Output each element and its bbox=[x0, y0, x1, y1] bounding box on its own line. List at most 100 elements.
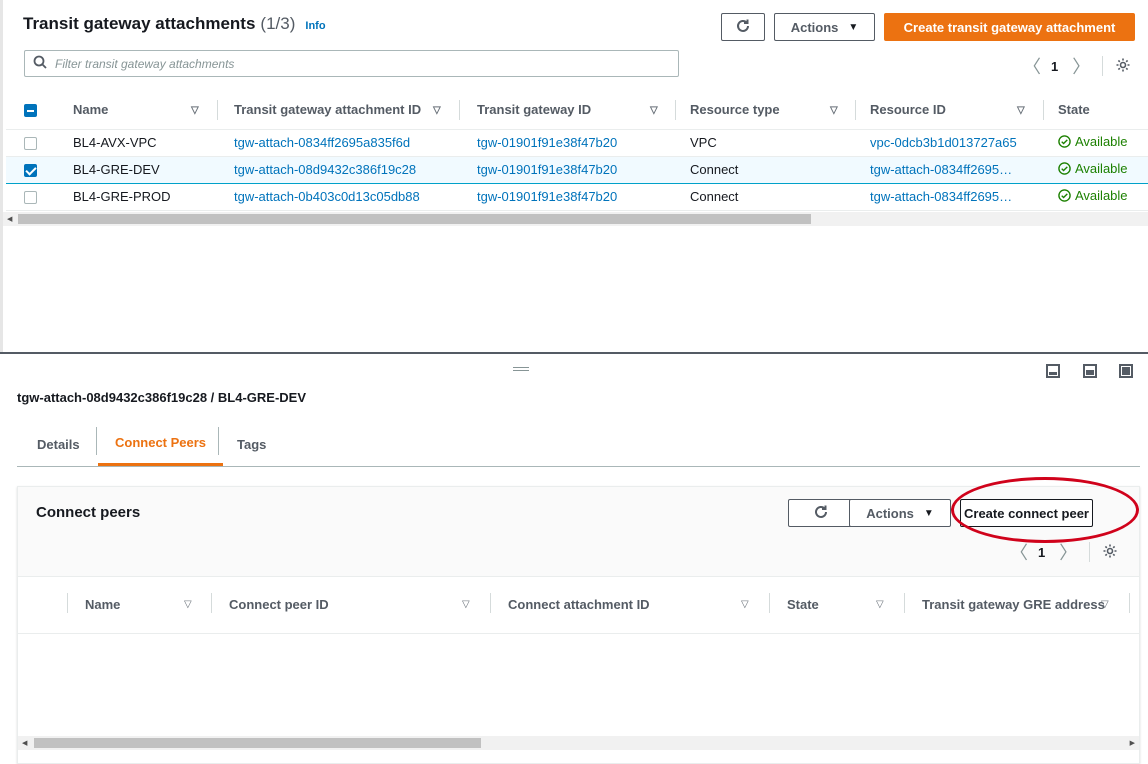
next-page-icon[interactable]: 〉 bbox=[1059, 539, 1077, 565]
peers-actions-button[interactable]: Actions ▼ bbox=[849, 499, 951, 527]
sort-icon[interactable]: ▽ bbox=[876, 599, 884, 610]
col-header-attachment-id[interactable]: Transit gateway attachment ID ▽ bbox=[217, 91, 460, 130]
check-circle-icon bbox=[1058, 189, 1071, 202]
split-half-icon[interactable] bbox=[1083, 364, 1097, 378]
refresh-button[interactable] bbox=[721, 13, 765, 41]
cell-name: BL4-GRE-PROD bbox=[54, 183, 217, 211]
caret-down-icon: ▼ bbox=[923, 507, 934, 519]
cell-resource-type: VPC bbox=[675, 129, 855, 157]
sort-icon[interactable]: ▽ bbox=[191, 105, 199, 116]
peers-refresh-button[interactable] bbox=[788, 499, 854, 527]
cell-name: BL4-AVX-VPC bbox=[54, 129, 217, 157]
col-header-connect-attachment-id[interactable]: Connect attachment ID bbox=[508, 597, 650, 612]
split-full-icon[interactable] bbox=[1119, 364, 1133, 378]
col-header-name[interactable]: Name ▽ bbox=[54, 91, 218, 130]
col-header-state[interactable]: State bbox=[787, 597, 819, 612]
split-bottom-icon[interactable] bbox=[1046, 364, 1060, 378]
drag-handle-icon[interactable] bbox=[513, 367, 529, 371]
sort-icon[interactable]: ▽ bbox=[830, 105, 838, 116]
tab-divider bbox=[96, 427, 97, 455]
status-badge: Available bbox=[1058, 188, 1128, 203]
scroll-right-icon[interactable]: ▶ bbox=[1130, 739, 1135, 747]
attachment-id-link[interactable]: tgw-attach-08d9432c386f19c28 bbox=[234, 162, 416, 177]
cell-name: BL4-GRE-DEV bbox=[54, 155, 217, 184]
col-header-state[interactable]: State bbox=[1043, 91, 1148, 130]
highlight-circle bbox=[951, 477, 1139, 543]
cell-resource-type: Connect bbox=[675, 155, 855, 184]
tgw-id-link[interactable]: tgw-01901f91e38f47b20 bbox=[477, 135, 617, 150]
gear-icon[interactable] bbox=[1115, 57, 1131, 76]
sort-icon[interactable]: ▽ bbox=[462, 599, 470, 610]
tgw-id-link[interactable]: tgw-01901f91e38f47b20 bbox=[477, 189, 617, 204]
sort-icon[interactable]: ▽ bbox=[433, 105, 441, 116]
row-select-cell bbox=[6, 155, 54, 184]
connect-peers-table: Name ▽ Connect peer ID ▽ Connect attachm… bbox=[18, 577, 1139, 634]
tab-connect-peers[interactable]: Connect Peers bbox=[98, 422, 224, 466]
scrollbar-thumb[interactable] bbox=[18, 214, 811, 224]
tab-tags[interactable]: Tags bbox=[237, 422, 266, 466]
scroll-left-icon[interactable]: ◀ bbox=[7, 215, 12, 223]
row-checkbox[interactable] bbox=[24, 191, 37, 205]
row-name: BL4-GRE-DEV bbox=[73, 162, 160, 177]
tab-details[interactable]: Details bbox=[37, 422, 80, 466]
filter-input[interactable] bbox=[55, 56, 655, 71]
resource-id-link[interactable]: tgw-attach-0834ff2695… bbox=[870, 162, 1012, 177]
gear-icon[interactable] bbox=[1102, 543, 1118, 562]
prev-page-icon[interactable]: 〈 bbox=[1023, 53, 1041, 79]
table-row[interactable]: BL4-AVX-VPC tgw-attach-0834ff2695a835f6d… bbox=[6, 129, 1148, 157]
col-header-tgw-id[interactable]: Transit gateway ID ▽ bbox=[459, 91, 676, 130]
top-horizontal-scrollbar[interactable]: ◀ bbox=[3, 212, 1148, 226]
bottom-horizontal-scrollbar[interactable]: ◀ ▶ bbox=[18, 736, 1139, 750]
attachment-id-link[interactable]: tgw-attach-0834ff2695a835f6d bbox=[234, 135, 410, 150]
detail-title: tgw-attach-08d9432c386f19c28 / BL4-GRE-D… bbox=[17, 390, 307, 405]
pager-divider bbox=[1102, 56, 1104, 76]
tab-divider bbox=[218, 427, 219, 455]
split-divider[interactable] bbox=[0, 352, 1148, 354]
tgw-id-link[interactable]: tgw-01901f91e38f47b20 bbox=[477, 162, 617, 177]
resource-id-link[interactable]: vpc-0dcb3b1d013727a65 bbox=[870, 135, 1017, 150]
col-header-resource-id[interactable]: Resource ID ▽ bbox=[855, 91, 1044, 130]
sort-icon[interactable]: ▽ bbox=[1017, 105, 1025, 116]
scroll-left-icon[interactable]: ◀ bbox=[22, 739, 27, 747]
page-number[interactable]: 1 bbox=[1051, 59, 1058, 74]
prev-page-icon[interactable]: 〈 bbox=[1010, 539, 1028, 565]
detail-tabs: Details Connect Peers Tags bbox=[17, 422, 1140, 467]
next-page-icon[interactable]: 〉 bbox=[1072, 53, 1090, 79]
resource-id-link[interactable]: tgw-attach-0834ff2695… bbox=[870, 189, 1012, 204]
cell-tgw-id: tgw-01901f91e38f47b20 bbox=[459, 183, 675, 211]
scrollbar-thumb[interactable] bbox=[34, 738, 481, 748]
selection-count: (1/3) bbox=[260, 14, 296, 33]
cell-state: Available bbox=[1043, 129, 1148, 157]
state-label: Available bbox=[1075, 134, 1128, 149]
col-header-resource-type[interactable]: Resource type ▽ bbox=[675, 91, 856, 130]
row-checkbox[interactable] bbox=[24, 137, 37, 151]
col-label-attachment-id: Transit gateway attachment ID bbox=[234, 102, 422, 118]
filter-box[interactable] bbox=[24, 50, 679, 77]
row-checkbox[interactable] bbox=[24, 164, 37, 178]
table-row[interactable]: BL4-GRE-PROD tgw-attach-0b403c0d13c05db8… bbox=[6, 183, 1148, 211]
col-header-name[interactable]: Name bbox=[85, 597, 120, 612]
sort-icon[interactable]: ▽ bbox=[1101, 599, 1109, 610]
col-header-connect-peer-id[interactable]: Connect peer ID bbox=[229, 597, 329, 612]
row-name: BL4-AVX-VPC bbox=[73, 135, 157, 150]
page-number[interactable]: 1 bbox=[1038, 545, 1045, 560]
col-label-resource-id: Resource ID bbox=[870, 102, 946, 118]
col-header-gre-address[interactable]: Transit gateway GRE address bbox=[922, 597, 1105, 612]
resource-type: VPC bbox=[690, 135, 717, 150]
table-row[interactable]: BL4-GRE-DEV tgw-attach-08d9432c386f19c28… bbox=[6, 155, 1148, 184]
peers-pagination: 〈 1 〉 bbox=[1010, 539, 1118, 565]
connect-peers-title: Connect peers bbox=[36, 504, 141, 521]
sort-icon[interactable]: ▽ bbox=[650, 105, 658, 116]
table-header-row: Name ▽ Transit gateway attachment ID ▽ T… bbox=[6, 91, 1148, 130]
cell-resource-id: vpc-0dcb3b1d013727a65 bbox=[855, 129, 1043, 157]
create-attachment-button[interactable]: Create transit gateway attachment bbox=[884, 13, 1135, 41]
cell-state: Available bbox=[1043, 183, 1148, 211]
column-divider bbox=[769, 593, 770, 613]
attachment-id-link[interactable]: tgw-attach-0b403c0d13c05db88 bbox=[234, 189, 420, 204]
select-all-checkbox[interactable] bbox=[24, 104, 37, 118]
cell-tgw-id: tgw-01901f91e38f47b20 bbox=[459, 155, 675, 184]
sort-icon[interactable]: ▽ bbox=[184, 599, 192, 610]
info-link[interactable]: Info bbox=[305, 20, 325, 32]
actions-button[interactable]: Actions ▼ bbox=[774, 13, 875, 41]
sort-icon[interactable]: ▽ bbox=[741, 599, 749, 610]
